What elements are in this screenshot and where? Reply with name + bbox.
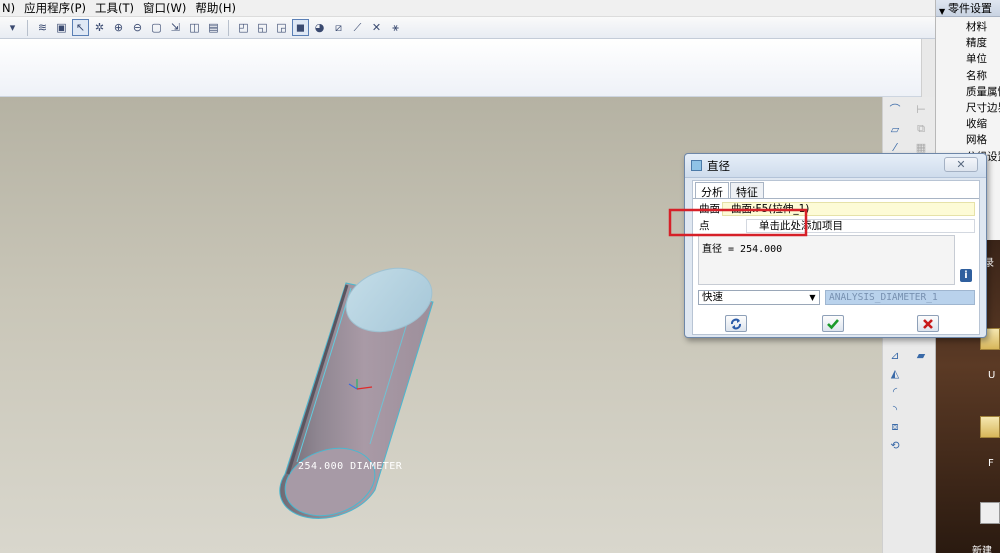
round-icon[interactable]: ◜ xyxy=(887,383,903,399)
datum-point-icon[interactable]: ✕ xyxy=(368,19,385,36)
datum-plane-icon[interactable]: ⧄ xyxy=(330,19,347,36)
menu-item-tools[interactable]: 工具(T) xyxy=(93,0,141,16)
cancel-button[interactable] xyxy=(917,315,939,332)
view-manager-icon[interactable]: ▤ xyxy=(205,19,222,36)
close-button[interactable]: ✕ xyxy=(944,157,978,172)
plane-icon[interactable]: ▱ xyxy=(887,121,903,137)
chevron-down-icon: ▼ xyxy=(809,293,816,302)
ribbon-strip xyxy=(0,39,935,97)
menu-item-help[interactable]: 帮助(H) xyxy=(193,0,243,16)
cylinder-model[interactable] xyxy=(276,258,440,527)
shading-icon[interactable]: ◼ xyxy=(292,19,309,36)
sketch-icon[interactable]: ⌒ xyxy=(887,101,903,117)
dialog-tabs: 分析 特征 xyxy=(695,182,765,199)
result-text: 直径 = 254.000 xyxy=(702,244,783,255)
refit-icon[interactable]: ▢ xyxy=(148,19,165,36)
panel-item-material[interactable]: 材料 xyxy=(936,19,1000,35)
diameter-dialog: 直径 ✕ 分析 特征 曲面 曲面:F5(拉伸_1) 点 单击此处添加项目 直径 … xyxy=(684,153,987,338)
dialog-title: 直径 xyxy=(707,158,730,173)
dialog-titlebar[interactable]: 直径 xyxy=(685,154,986,178)
result-box: 直径 = 254.000 xyxy=(698,235,955,285)
desktop-label: F xyxy=(988,458,994,469)
dimension-label[interactable]: 254.000 DIAMETER xyxy=(298,461,403,472)
revolve-icon[interactable]: ⟲ xyxy=(887,437,903,453)
zoom-in-icon[interactable]: ⊕ xyxy=(110,19,127,36)
cancel-icon xyxy=(923,318,933,329)
panel-item-name[interactable]: 名称 xyxy=(936,68,1000,84)
chamfer-icon[interactable]: ◝ xyxy=(887,401,903,417)
regenerate-icon[interactable]: ▣ xyxy=(53,19,70,36)
dropdown-icon[interactable]: ▾ xyxy=(4,19,21,36)
draft-icon[interactable]: ⊿ xyxy=(887,347,903,363)
menu-item-view[interactable]: N) xyxy=(0,1,22,15)
folder-icon[interactable] xyxy=(980,416,1000,438)
hidden-line-icon[interactable]: ◱ xyxy=(254,19,271,36)
no-hidden-icon[interactable]: ◲ xyxy=(273,19,290,36)
panel-item-mass-properties[interactable]: 质量属性 xyxy=(936,84,1000,100)
refresh-button[interactable] xyxy=(725,315,747,332)
shell-icon[interactable]: ◭ xyxy=(887,365,903,381)
mirror-icon[interactable]: ⊢ xyxy=(913,101,929,117)
analysis-name-field[interactable]: ANALYSIS_DIAMETER_1 xyxy=(825,290,975,305)
toolbar-separator xyxy=(228,19,229,36)
collapse-icon[interactable]: ▼ xyxy=(939,3,945,20)
desktop-label: 新建 xyxy=(972,546,992,553)
wireframe-icon[interactable]: ◰ xyxy=(235,19,252,36)
datum-axis-icon[interactable]: ⟋ xyxy=(349,19,366,36)
panel-item-shrinkage[interactable]: 收缩 xyxy=(936,116,1000,132)
menu-item-applications[interactable]: 应用程序(P) xyxy=(22,0,93,16)
layers-icon[interactable]: ≋ xyxy=(34,19,51,36)
refresh-icon xyxy=(731,318,741,329)
panel-item-mesh[interactable]: 网格 xyxy=(936,132,1000,148)
mode-select[interactable]: 快速 ▼ xyxy=(698,290,820,305)
menu-bar: N) 应用程序(P) 工具(T) 窗口(W) 帮助(H) xyxy=(0,0,935,17)
panel-header[interactable]: ▼ 零件设置 xyxy=(936,0,1000,17)
panel-item-units[interactable]: 单位 xyxy=(936,51,1000,67)
desktop-label: U xyxy=(988,370,996,381)
tab-analysis[interactable]: 分析 xyxy=(695,182,729,199)
zoom-out-icon[interactable]: ⊖ xyxy=(129,19,146,36)
scrollbar[interactable] xyxy=(921,39,935,97)
tab-feature[interactable]: 特征 xyxy=(730,182,764,199)
tab-divider xyxy=(693,198,979,199)
info-icon[interactable]: i xyxy=(960,269,972,282)
toolbar-separator xyxy=(27,19,28,36)
coordinate-system-icon[interactable]: ⚹ xyxy=(387,19,404,36)
extrude-icon[interactable]: ⧈ xyxy=(887,419,903,435)
panel-item-dimension-boundary[interactable]: 尺寸边界 xyxy=(936,100,1000,116)
appearance-icon[interactable]: ◕ xyxy=(311,19,328,36)
reorient-icon[interactable]: ⇲ xyxy=(167,19,184,36)
dialog-icon xyxy=(691,160,702,171)
saved-views-icon[interactable]: ◫ xyxy=(186,19,203,36)
panel-item-accuracy[interactable]: 精度 xyxy=(936,35,1000,51)
main-toolbar: ▾ ≋ ▣ ↖ ✲ ⊕ ⊖ ▢ ⇲ ◫ ▤ ◰ ◱ ◲ ◼ ◕ ⧄ ⟋ ✕ ⚹ xyxy=(0,17,935,39)
ok-button[interactable] xyxy=(822,315,844,332)
copy-icon[interactable]: ⧉ xyxy=(913,121,929,137)
dialog-body: 分析 特征 曲面 曲面:F5(拉伸_1) 点 单击此处添加项目 直径 = 254… xyxy=(692,180,980,335)
select-icon[interactable]: ↖ xyxy=(72,19,89,36)
checkmark-icon xyxy=(827,318,839,329)
highlight-box xyxy=(668,208,808,237)
spin-center-icon[interactable]: ✲ xyxy=(91,19,108,36)
rib-icon[interactable]: ▰ xyxy=(913,347,929,363)
menu-item-window[interactable]: 窗口(W) xyxy=(141,0,193,16)
file-icon[interactable] xyxy=(980,502,1000,524)
